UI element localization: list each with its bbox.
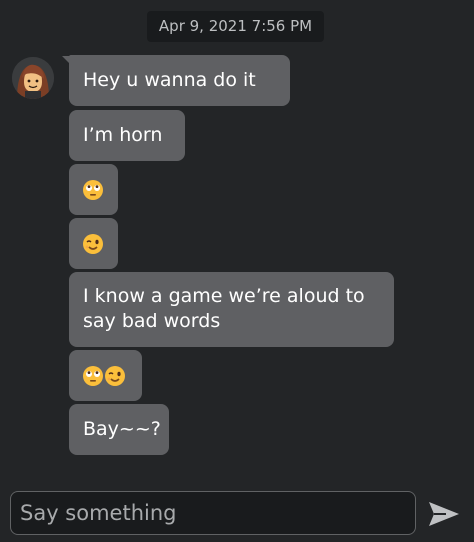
send-arrow-icon [429, 502, 459, 526]
rolling-eyes-emoji-icon [83, 179, 103, 200]
message-bubble: I know a game we’re aloud to say bad wor… [69, 272, 394, 347]
user-avatar[interactable] [12, 57, 54, 99]
message-bubble: Bay~~? [69, 404, 169, 455]
winking-face-emoji-icon [105, 365, 125, 386]
avatar-icon [12, 57, 54, 99]
emoji-message-bubble [69, 350, 142, 401]
emoji-message-bubble [69, 164, 118, 215]
message-input-placeholder: Say something [20, 501, 177, 525]
rolling-eyes-emoji-icon [83, 365, 103, 386]
send-button[interactable] [426, 500, 462, 528]
message-bubble: Hey u wanna do it [69, 55, 290, 106]
message-text: I know a game we’re aloud to say bad wor… [83, 285, 365, 332]
emoji-message-bubble [69, 218, 118, 269]
message-text: Bay~~? [83, 418, 161, 440]
message-timestamp: Apr 9, 2021 7:56 PM [147, 11, 324, 42]
message-text: Hey u wanna do it [83, 69, 256, 91]
winking-face-emoji-icon [83, 233, 103, 254]
message-input[interactable]: Say something [10, 491, 416, 535]
message-text: I’m horn [83, 124, 163, 146]
message-bubble: I’m horn [69, 110, 185, 161]
